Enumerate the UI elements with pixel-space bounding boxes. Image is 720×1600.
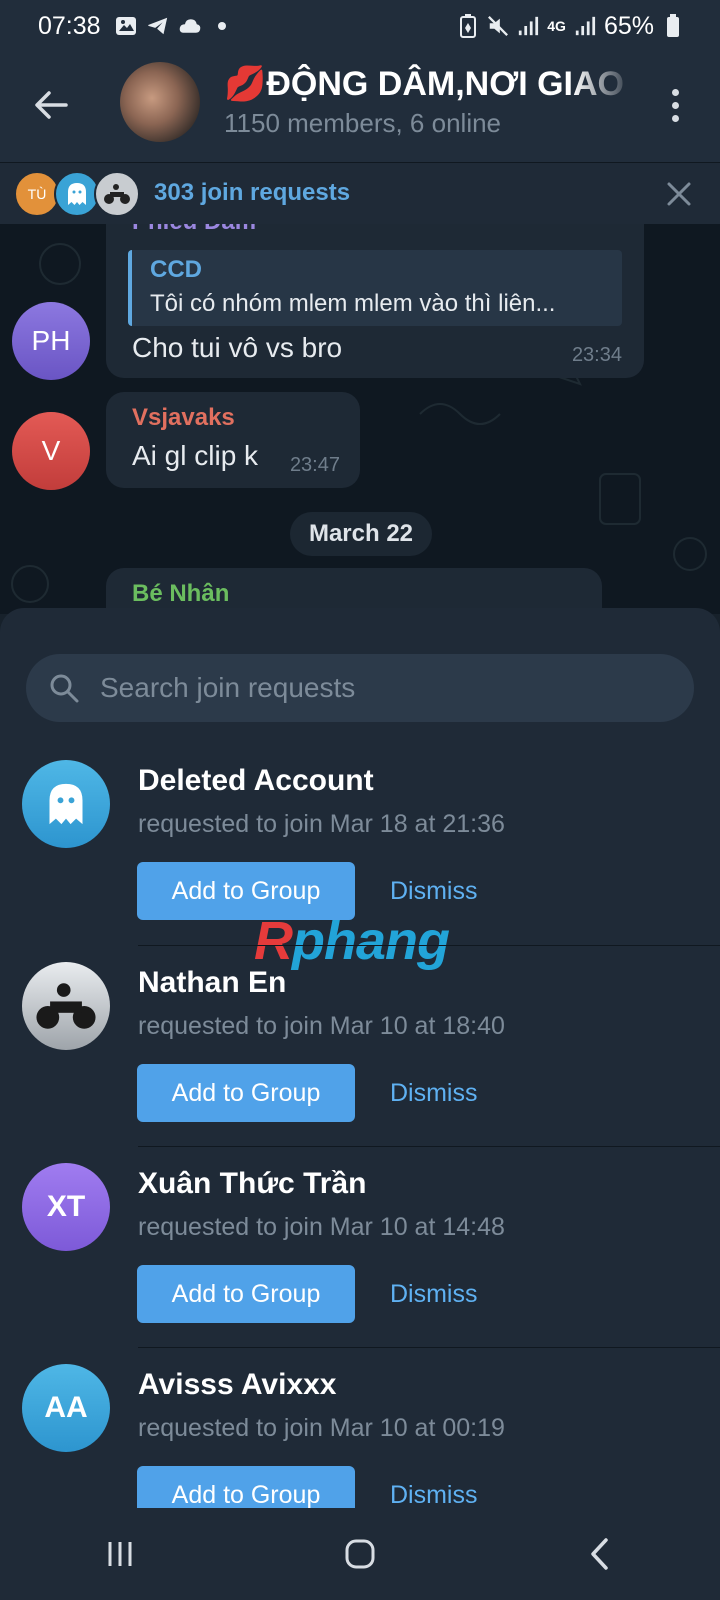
recent-apps-icon xyxy=(108,1542,132,1566)
add-to-group-button[interactable]: Add to Group xyxy=(137,1064,355,1122)
mute-icon xyxy=(487,15,509,37)
requester-avatar[interactable] xyxy=(22,962,110,1050)
message-time: 23:47 xyxy=(289,454,340,476)
message-bubble[interactable]: Phieu Dam CCD Tôi có nhóm mlem mlem vào … xyxy=(106,224,644,378)
signal-icon xyxy=(517,15,539,37)
status-time: 07:38 xyxy=(38,11,101,40)
requester-name: Deleted Account xyxy=(138,764,374,797)
request-date: requested to join Mar 10 at 18:40 xyxy=(138,1012,505,1040)
ghost-icon xyxy=(68,183,86,205)
join-requests-sheet: Deleted Account requested to join Mar 18… xyxy=(0,608,720,1508)
gallery-icon xyxy=(115,15,137,37)
telegram-icon xyxy=(147,15,169,37)
signal-icon-2 xyxy=(574,15,596,37)
group-member-count: 1150 members, 6 online xyxy=(224,108,502,138)
request-date: requested to join Mar 10 at 00:19 xyxy=(138,1414,505,1442)
requester-avatar[interactable]: XT xyxy=(22,1163,110,1251)
system-navigation-bar xyxy=(0,1508,720,1600)
more-options-button[interactable] xyxy=(660,82,690,128)
dismiss-button[interactable]: Dismiss xyxy=(390,1064,478,1122)
sender-avatar[interactable]: PH xyxy=(12,302,90,380)
group-title[interactable]: 💋ĐỘNG DÂM,NƠI GIAO LƯU xyxy=(224,64,634,104)
request-date: requested to join Mar 18 at 21:36 xyxy=(138,810,505,838)
join-requests-banner[interactable]: TÙ 303 join requests xyxy=(0,162,720,224)
group-avatar[interactable] xyxy=(120,62,200,142)
motorcycle-icon xyxy=(104,184,130,204)
dismiss-button[interactable]: Dismiss xyxy=(390,1265,478,1323)
message-sender: Vsjavaks xyxy=(132,404,235,431)
request-item: XT Xuân Thức Trần requested to join Mar … xyxy=(22,1146,720,1347)
date-separator: March 22 xyxy=(290,512,432,556)
search-bar[interactable] xyxy=(26,654,694,722)
arrow-left-icon xyxy=(35,91,68,119)
request-list: Deleted Account requested to join Mar 18… xyxy=(0,744,720,1508)
add-to-group-button[interactable]: Add to Group xyxy=(137,1466,355,1508)
network-type: 4G xyxy=(547,18,566,34)
requester-name: Xuân Thức Trần xyxy=(138,1167,367,1200)
close-banner-button[interactable] xyxy=(662,177,696,211)
home-icon xyxy=(345,1539,375,1569)
request-item: Nathan En requested to join Mar 10 at 18… xyxy=(22,945,720,1146)
chat-header: 💋ĐỘNG DÂM,NƠI GIAO LƯU 1150 members, 6 o… xyxy=(0,52,720,162)
dot-icon xyxy=(211,15,233,37)
message-bubble[interactable]: Vsjavaks Ai gl clip k 23:47 xyxy=(106,392,360,488)
reply-text: Tôi có nhóm mlem mlem vào thì liên... xyxy=(150,290,556,317)
dot-icon xyxy=(671,101,679,109)
message-sender: Bé Nhân xyxy=(132,580,230,607)
requester-name: Avisss Avixxx xyxy=(138,1368,337,1401)
battery-saver-icon xyxy=(457,14,479,38)
search-input[interactable] xyxy=(100,672,660,704)
chevron-left-icon xyxy=(591,1538,608,1570)
add-to-group-button[interactable]: Add to Group xyxy=(137,1265,355,1323)
chat-history: Phieu Dam CCD Tôi có nhóm mlem mlem vào … xyxy=(0,224,720,614)
back-button[interactable] xyxy=(28,82,74,128)
motorcycle-icon xyxy=(36,983,96,1029)
sender-avatar[interactable]: V xyxy=(12,412,90,490)
status-bar: 07:38 4G 65% xyxy=(0,0,720,52)
dot-icon xyxy=(671,114,679,122)
dismiss-button[interactable]: Dismiss xyxy=(390,1466,478,1509)
ghost-icon xyxy=(49,783,83,825)
cloud-icon xyxy=(179,15,201,37)
dot-icon xyxy=(671,88,679,96)
request-item: Deleted Account requested to join Mar 18… xyxy=(0,744,720,971)
join-requests-label[interactable]: 303 join requests xyxy=(154,179,350,207)
reply-preview[interactable]: CCD Tôi có nhóm mlem mlem vào thì liên..… xyxy=(128,250,622,326)
message-time: 23:34 xyxy=(571,344,622,366)
motorcycle-avatar xyxy=(94,171,140,217)
message-text: Ai gl clip k xyxy=(132,440,259,471)
message-sender: Phieu Dam xyxy=(132,224,256,236)
requester-name: Nathan En xyxy=(138,966,287,999)
message-text: Cho tui vô vs bro xyxy=(132,332,343,363)
requester-avatar[interactable]: AA xyxy=(22,1364,110,1452)
recent-apps-button[interactable] xyxy=(80,1524,160,1584)
request-date: requested to join Mar 10 at 14:48 xyxy=(138,1213,505,1241)
search-icon xyxy=(50,674,79,703)
home-button[interactable] xyxy=(320,1524,400,1584)
battery-percent: 65% xyxy=(603,11,654,40)
reply-author: CCD xyxy=(150,256,202,283)
request-item: AA Avisss Avixxx requested to join Mar 1… xyxy=(22,1347,720,1509)
battery-icon xyxy=(662,14,684,37)
close-icon xyxy=(667,182,691,206)
requester-avatar[interactable] xyxy=(22,760,110,848)
back-nav-button[interactable] xyxy=(560,1524,640,1584)
